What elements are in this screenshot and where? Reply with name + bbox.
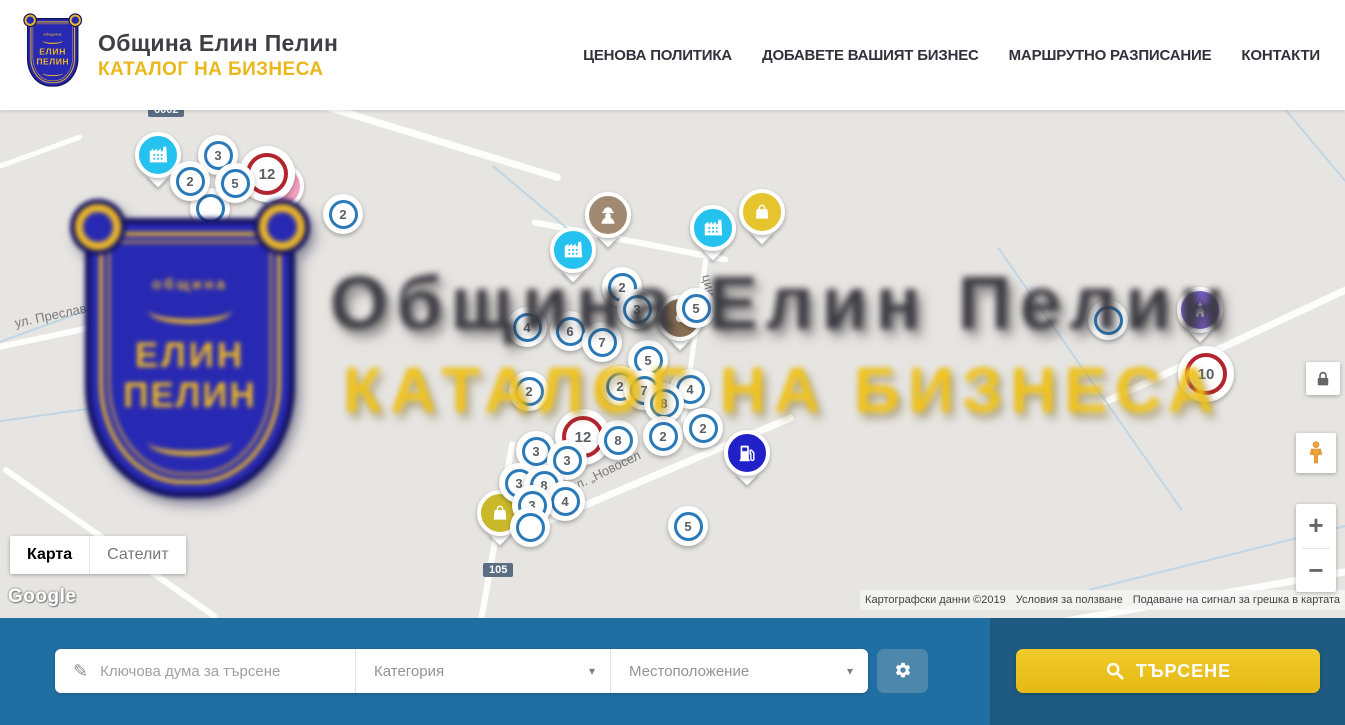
location-dropdown[interactable]: Местоположение ▾: [610, 649, 868, 693]
nav-item-schedule[interactable]: МАРШРУТНО РАЗПИСАНИЕ: [1009, 47, 1212, 64]
street-name-label: ул. Преслав: [13, 301, 88, 331]
map-canvas[interactable]: 123522235467510227481282233384356002105у…: [0, 110, 1345, 618]
cluster-marker[interactable]: [1088, 300, 1128, 340]
fuel-pin-icon[interactable]: [724, 430, 770, 476]
factory-pin-icon[interactable]: [690, 205, 736, 251]
lock-icon: [1314, 370, 1332, 388]
report-error-link[interactable]: Подаване на сигнал за грешка в картата: [1128, 590, 1345, 610]
church-pin-icon[interactable]: [1177, 287, 1223, 333]
watermark-crest: община ЕЛИН ПЕЛИН: [85, 218, 295, 498]
terms-link[interactable]: Условия за ползване: [1011, 590, 1128, 610]
advanced-settings-button[interactable]: [877, 649, 928, 693]
search-fields: ✎ Категория ▾ Местоположение ▾: [55, 649, 868, 693]
nav-item-pricing[interactable]: ЦЕНОВА ПОЛИТИКА: [583, 47, 732, 64]
cluster-marker[interactable]: 8: [598, 420, 638, 460]
street-view-pegman[interactable]: [1296, 433, 1336, 473]
site-title: Община Елин Пелин: [98, 30, 338, 57]
road-number-label: 6002: [148, 110, 184, 117]
cluster-marker[interactable]: 4: [507, 307, 547, 347]
shopping-pin-icon[interactable]: [739, 189, 785, 235]
cluster-marker[interactable]: 2: [683, 408, 723, 448]
category-label: Категория: [374, 663, 444, 680]
nav-item-contacts[interactable]: КОНТАКТИ: [1241, 47, 1320, 64]
factory-pin-icon[interactable]: [550, 227, 596, 273]
search-icon: [1105, 661, 1125, 681]
river-line: [0, 399, 154, 424]
map-type-satellite-button[interactable]: Сателит: [89, 536, 185, 574]
google-logo[interactable]: Google: [8, 586, 76, 608]
category-dropdown[interactable]: Категория ▾: [355, 649, 610, 693]
cluster-marker[interactable]: 3: [617, 289, 657, 329]
zoom-control: + −: [1296, 504, 1336, 592]
nav-item-add-business[interactable]: ДОБАВЕТЕ ВАШИЯТ БИЗНЕС: [762, 47, 979, 64]
page: община ЕЛИН ПЕЛИН Община Елин Пелин КАТА…: [0, 0, 1345, 725]
cluster-marker[interactable]: 2: [509, 371, 549, 411]
zoom-out-button[interactable]: −: [1296, 549, 1336, 593]
cluster-marker[interactable]: 5: [676, 288, 716, 328]
cluster-marker[interactable]: 2: [323, 194, 363, 234]
cluster-marker[interactable]: [510, 507, 550, 547]
header: община ЕЛИН ПЕЛИН Община Елин Пелин КАТА…: [0, 0, 1345, 110]
search-panel: ✎ Категория ▾ Местоположение ▾ ТЪР: [0, 618, 1345, 725]
road-number-label: 105: [483, 563, 513, 577]
cluster-marker[interactable]: 2: [170, 161, 210, 201]
cluster-marker[interactable]: 5: [668, 506, 708, 546]
lock-button[interactable]: [1306, 362, 1340, 395]
map-attribution: Картографски данни ©2019 Условия за полз…: [860, 590, 1345, 610]
cluster-marker[interactable]: 10: [1178, 346, 1234, 402]
watermark-subtitle: КАТАЛОГ НА БИЗНЕСА: [343, 353, 1222, 427]
river-line: [0, 254, 238, 343]
pencil-icon: ✎: [73, 661, 88, 682]
site-logo[interactable]: община ЕЛИН ПЕЛИН Община Елин Пелин КАТА…: [27, 18, 338, 92]
chevron-down-icon: ▾: [847, 664, 853, 678]
attribution-copyright: Картографски данни ©2019: [860, 590, 1011, 610]
search-input[interactable]: [100, 663, 330, 680]
site-subtitle: КАТАЛОГ НА БИЗНЕСА: [98, 59, 338, 81]
map-type-control: Карта Сателит: [10, 536, 186, 574]
pegman-icon: [1304, 440, 1328, 466]
chevron-down-icon: ▾: [589, 664, 595, 678]
cluster-marker[interactable]: 2: [643, 416, 683, 456]
municipality-crest-icon: община ЕЛИН ПЕЛИН: [27, 18, 80, 92]
keyword-field[interactable]: ✎: [55, 649, 355, 693]
location-label: Местоположение: [629, 663, 749, 680]
river-line: [1254, 110, 1345, 200]
zoom-in-button[interactable]: +: [1296, 504, 1336, 548]
cluster-marker[interactable]: 5: [215, 163, 255, 203]
map-type-map-button[interactable]: Карта: [10, 536, 89, 574]
main-nav: ЦЕНОВА ПОЛИТИКА ДОБАВЕТЕ ВАШИЯТ БИЗНЕС М…: [583, 47, 1320, 64]
search-button[interactable]: ТЪРСЕНЕ: [1016, 649, 1320, 693]
road: [0, 134, 83, 171]
search-button-label: ТЪРСЕНЕ: [1136, 661, 1231, 682]
gear-icon: [892, 660, 914, 682]
cluster-marker[interactable]: 7: [582, 322, 622, 362]
